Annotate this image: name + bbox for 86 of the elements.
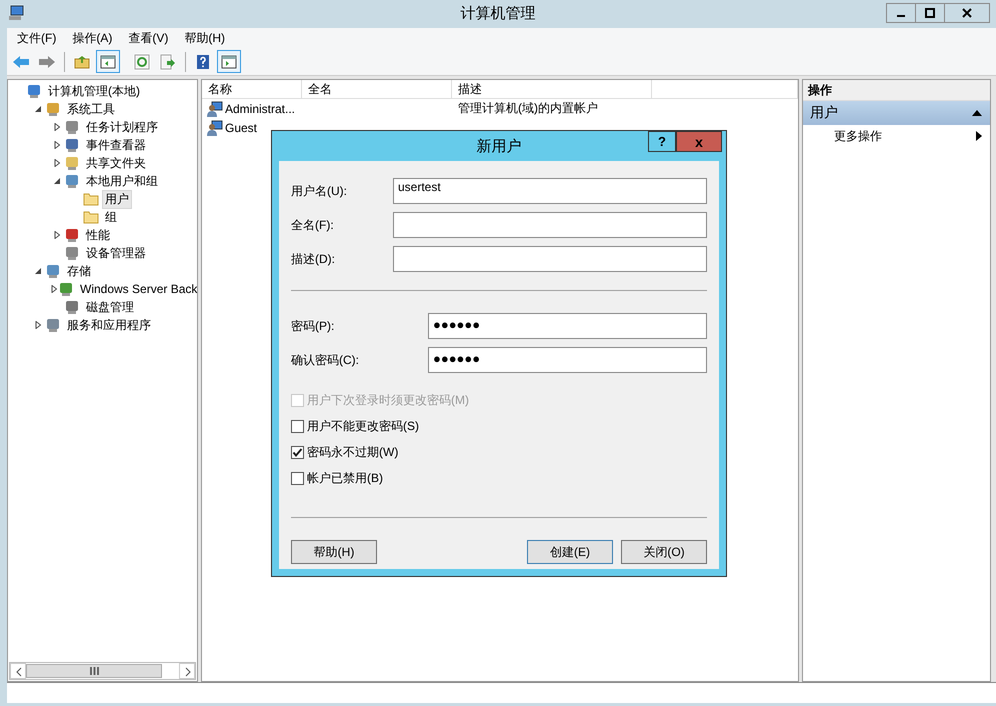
close-button[interactable]: x bbox=[676, 131, 722, 152]
user-icon bbox=[207, 120, 223, 136]
password-field[interactable]: ●●●●●● bbox=[428, 313, 707, 339]
expand-arrow-icon[interactable] bbox=[50, 285, 58, 293]
tree-item[interactable]: 性能 bbox=[83, 226, 113, 244]
expand-arrow-icon[interactable] bbox=[53, 231, 61, 239]
tree-item[interactable]: 磁盘管理 bbox=[83, 298, 137, 316]
dialog-title: 新用户 bbox=[476, 137, 522, 156]
user-icon bbox=[207, 100, 223, 116]
action-item[interactable]: 更多操作 bbox=[803, 125, 990, 147]
close-icon bbox=[962, 8, 972, 18]
checked-checkbox-icon[interactable] bbox=[291, 446, 304, 458]
refresh-icon bbox=[134, 54, 150, 70]
input-field[interactable]: usertest bbox=[393, 178, 707, 204]
panel-icon bbox=[100, 54, 116, 68]
menu-item[interactable]: 查看(V) bbox=[128, 30, 168, 46]
input-field[interactable] bbox=[393, 212, 707, 238]
column-header[interactable]: 名称 bbox=[202, 80, 302, 98]
checkbox-icon[interactable] bbox=[291, 472, 304, 484]
section-title: 用户 bbox=[810, 104, 838, 122]
folder-icon bbox=[83, 191, 99, 207]
column-header[interactable]: 全名 bbox=[302, 80, 452, 98]
dialog-button[interactable]: 帮助(H) bbox=[291, 540, 377, 564]
user-name[interactable]: Administrat... bbox=[225, 102, 296, 116]
collapse-arrow-icon[interactable] bbox=[53, 177, 61, 185]
window-title: 计算机管理 bbox=[460, 4, 536, 22]
tree-item[interactable]: 任务计划程序 bbox=[83, 118, 161, 136]
scroll-right-icon[interactable] bbox=[179, 663, 195, 679]
export-icon bbox=[160, 54, 176, 70]
menu-item[interactable]: 帮助(H) bbox=[184, 30, 225, 46]
checkbox-icon[interactable] bbox=[291, 420, 304, 432]
left-arrow-icon bbox=[12, 54, 30, 68]
expand-arrow-icon[interactable] bbox=[53, 159, 61, 167]
password-field[interactable]: ●●●●●● bbox=[428, 347, 707, 373]
submenu-arrow-icon bbox=[976, 131, 982, 141]
field-label: 描述(D): bbox=[291, 250, 336, 268]
collapse-arrow-icon[interactable] bbox=[34, 267, 42, 275]
checkbox-option[interactable]: 帐户已禁用(B) bbox=[291, 465, 707, 491]
tree-item[interactable]: 计算机管理(本地) bbox=[45, 82, 143, 100]
field-label: 全名(F): bbox=[291, 216, 335, 234]
tree-item[interactable]: 用户 bbox=[102, 190, 132, 208]
expand-arrow-icon[interactable] bbox=[34, 321, 42, 329]
tree-item[interactable]: 本地用户和组 bbox=[83, 172, 161, 190]
field-label: 密码(P): bbox=[291, 318, 336, 334]
user-name[interactable]: Guest bbox=[225, 120, 258, 134]
tree-item[interactable]: 系统工具 bbox=[64, 100, 118, 118]
scroll-thumb[interactable] bbox=[26, 664, 162, 678]
actions-header: 操作 bbox=[803, 80, 990, 101]
expand-arrow-icon[interactable] bbox=[53, 123, 61, 131]
folder-icon bbox=[83, 209, 99, 225]
description: 管理计算机(域)的内置帐户 bbox=[458, 100, 598, 117]
menu-item[interactable]: 操作(A) bbox=[72, 30, 112, 46]
tree-item[interactable]: 事件查看器 bbox=[83, 136, 149, 154]
input-field[interactable] bbox=[393, 246, 707, 272]
panel-icon bbox=[221, 54, 237, 68]
maximize-icon bbox=[925, 8, 935, 18]
help-icon bbox=[196, 54, 210, 70]
column-header[interactable]: 描述 bbox=[452, 80, 652, 98]
checkbox-option[interactable]: 密码永不过期(W) bbox=[291, 439, 707, 465]
actions-section[interactable]: 用户 bbox=[803, 101, 990, 125]
collapse-arrow-icon[interactable] bbox=[34, 105, 42, 113]
tree-item[interactable]: 共享文件夹 bbox=[83, 154, 149, 172]
dialog-button[interactable]: 创建(E) bbox=[527, 540, 613, 564]
field-label: 确认密码(C): bbox=[291, 352, 360, 368]
tree-item[interactable]: 组 bbox=[102, 208, 120, 226]
horizontal-scrollbar[interactable] bbox=[9, 662, 196, 680]
expand-arrow-icon[interactable] bbox=[53, 141, 61, 149]
help-button[interactable]: ? bbox=[648, 131, 676, 152]
minimize-icon bbox=[897, 15, 905, 17]
checkbox-option[interactable]: 用户不能更改密码(S) bbox=[291, 413, 707, 439]
menu-item[interactable]: 文件(F) bbox=[17, 30, 56, 46]
field-label: 用户名(U): bbox=[291, 182, 348, 200]
scroll-left-icon[interactable] bbox=[10, 663, 26, 679]
grip-icon bbox=[90, 667, 98, 675]
tree-item[interactable]: 设备管理器 bbox=[83, 244, 149, 262]
right-arrow-icon bbox=[38, 54, 56, 68]
tree-item[interactable]: 服务和应用程序 bbox=[64, 316, 154, 334]
minimize-button[interactable] bbox=[886, 3, 916, 23]
close-button[interactable] bbox=[944, 3, 990, 23]
console-tree-button[interactable] bbox=[96, 50, 120, 73]
action-pane-button[interactable] bbox=[217, 50, 241, 73]
dialog-button[interactable]: 关闭(O) bbox=[621, 540, 707, 564]
folder-icon bbox=[74, 54, 90, 68]
tree-item[interactable]: 存储 bbox=[64, 262, 94, 280]
collapse-icon bbox=[972, 110, 982, 116]
maximize-button[interactable] bbox=[915, 3, 945, 23]
